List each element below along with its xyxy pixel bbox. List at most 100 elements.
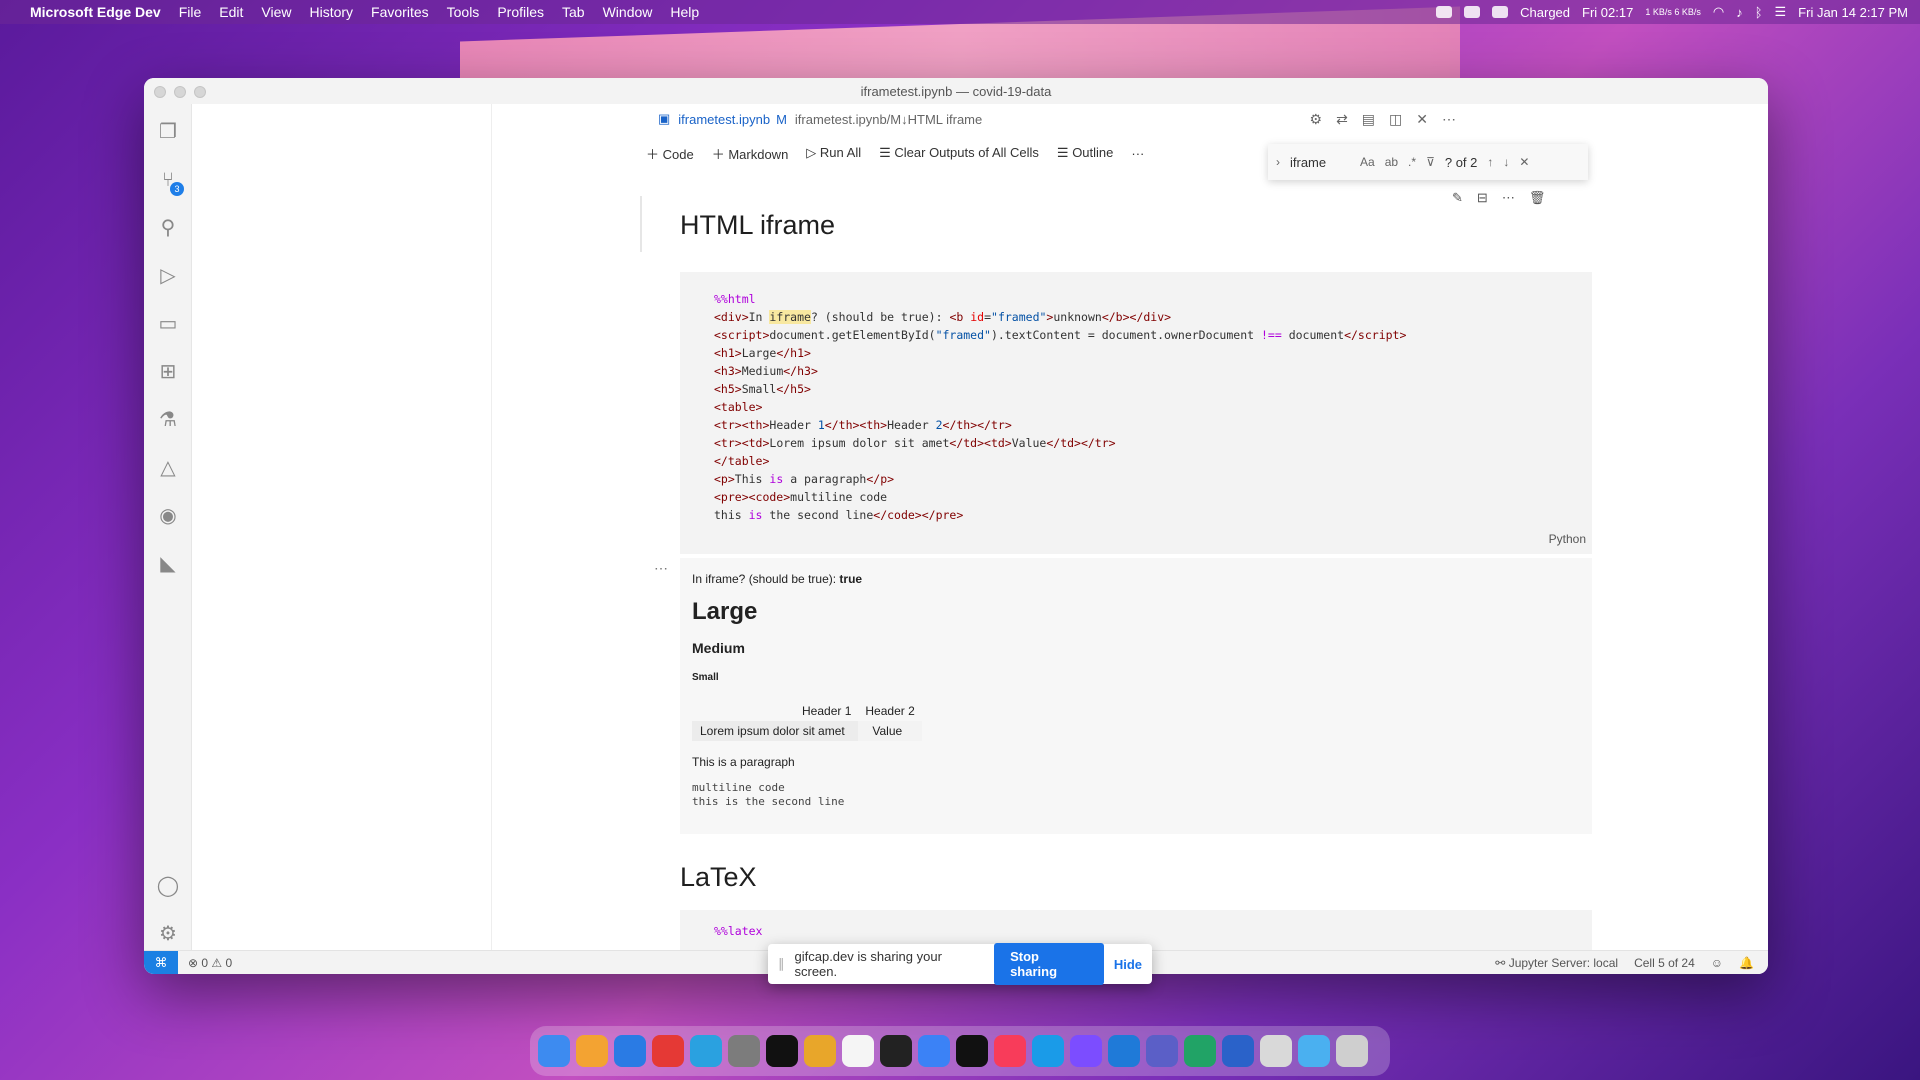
add-markdown-button[interactable]: ＋ Markdown	[712, 144, 789, 163]
cell-language-label[interactable]: Python	[1549, 532, 1586, 546]
gear-icon[interactable]: ⚙	[156, 922, 180, 946]
kernel-icon[interactable]: ▤	[1362, 111, 1375, 128]
outline-button[interactable]: ☰ Outline	[1057, 145, 1113, 161]
feedback-icon[interactable]: ☺	[1711, 956, 1723, 970]
delete-cell-icon[interactable]: 🗑	[1529, 190, 1546, 206]
latex-cell-source[interactable]: %%latex	[714, 922, 762, 940]
dock-app-icon-11[interactable]	[918, 1035, 950, 1067]
drag-handle-icon[interactable]: ∥	[778, 956, 785, 972]
menu-favorites[interactable]: Favorites	[371, 4, 429, 20]
dock-app-icon-20[interactable]	[1260, 1035, 1292, 1067]
dock-app-icon-10[interactable]	[880, 1035, 912, 1067]
match-case-icon[interactable]: Aa	[1360, 155, 1375, 169]
find-input[interactable]: iframe	[1290, 155, 1350, 170]
remote-explorer-icon[interactable]: ▭	[156, 312, 180, 336]
menu-help[interactable]: Help	[670, 4, 699, 20]
breadcrumb[interactable]: iframetest.ipynb/M↓HTML iframe	[795, 112, 982, 127]
next-match-icon[interactable]: ↓	[1503, 155, 1509, 169]
bluetooth-icon[interactable]: ᛒ	[1755, 5, 1763, 20]
notifications-icon[interactable]: 🔔	[1739, 956, 1754, 970]
run-debug-icon[interactable]: ▷	[156, 264, 180, 288]
dock-app-icon-15[interactable]	[1070, 1035, 1102, 1067]
split-cell-icon[interactable]: ⊟	[1477, 190, 1488, 206]
menu-profiles[interactable]: Profiles	[497, 4, 544, 20]
split-editor-icon[interactable]: ◫	[1389, 111, 1402, 128]
menu-tools[interactable]: Tools	[447, 4, 480, 20]
close-window-button[interactable]	[154, 86, 166, 98]
find-expand-icon[interactable]: ›	[1276, 155, 1280, 169]
search-icon[interactable]: ⚲	[156, 216, 180, 240]
previous-match-icon[interactable]: ↑	[1487, 155, 1493, 169]
menu-window[interactable]: Window	[603, 4, 653, 20]
markdown-heading-latex[interactable]: LaTeX	[680, 862, 757, 893]
menu-history[interactable]: History	[309, 4, 353, 20]
menubar-datetime[interactable]: Fri Jan 14 2:17 PM	[1798, 5, 1908, 20]
markdown-heading-html-iframe[interactable]: HTML iframe	[680, 210, 835, 241]
code-cell-source[interactable]: %%html <div>In iframe? (should be true):…	[714, 290, 1406, 524]
close-tab-icon[interactable]: ✕	[1416, 111, 1428, 128]
cloud-icon[interactable]	[1464, 6, 1481, 18]
more-actions-icon[interactable]: ⋯	[1442, 111, 1456, 128]
battery-icon[interactable]	[1492, 6, 1509, 18]
close-find-icon[interactable]: ✕	[1519, 155, 1529, 169]
dock-app-icon-7[interactable]	[766, 1035, 798, 1067]
dock-app-icon-9[interactable]	[842, 1035, 874, 1067]
problems-indicator[interactable]: ⊗ 0 ⚠ 0	[188, 956, 232, 970]
match-word-icon[interactable]: ab	[1385, 155, 1398, 169]
extensions-icon[interactable]: ⊞	[156, 360, 180, 384]
menubar-app-name[interactable]: Microsoft Edge Dev	[30, 4, 161, 20]
zoom-window-button[interactable]	[194, 86, 206, 98]
battery-status[interactable]: Charged	[1520, 5, 1570, 20]
live-share-icon[interactable]: ◣	[156, 552, 180, 576]
testing-icon[interactable]: ⚗	[156, 408, 180, 432]
tab-filename[interactable]: iframetest.ipynb	[678, 112, 770, 127]
code-cell-html[interactable]: %%html <div>In iframe? (should be true):…	[680, 272, 1592, 554]
github-icon[interactable]: ◉	[156, 504, 180, 528]
compare-icon[interactable]: ⇄	[1336, 111, 1348, 128]
source-control-icon[interactable]: ⑂ 3	[156, 168, 184, 196]
dock-app-icon-19[interactable]	[1222, 1035, 1254, 1067]
dock-app-icon-12[interactable]	[956, 1035, 988, 1067]
minimize-window-button[interactable]	[174, 86, 186, 98]
hide-share-bar-button[interactable]: Hide	[1114, 957, 1142, 972]
dock-app-icon-13[interactable]	[994, 1035, 1026, 1067]
status-app-icon[interactable]	[1436, 6, 1453, 18]
edit-cell-icon[interactable]: ✎	[1452, 190, 1463, 206]
clear-outputs-button[interactable]: ☰ Clear Outputs of All Cells	[879, 145, 1039, 161]
wifi-icon[interactable]: ◠	[1713, 4, 1724, 20]
control-center-icon[interactable]: ☰	[1775, 4, 1787, 20]
dock-app-icon-17[interactable]	[1146, 1035, 1178, 1067]
volume-icon[interactable]: ♪	[1736, 5, 1743, 20]
cell-position[interactable]: Cell 5 of 24	[1634, 956, 1695, 970]
dock-app-icon-2[interactable]	[576, 1035, 608, 1067]
stop-sharing-button[interactable]: Stop sharing	[994, 943, 1104, 985]
dock-app-icon-4[interactable]	[652, 1035, 684, 1067]
add-code-button[interactable]: ＋ Code	[646, 144, 694, 163]
dock-app-icon-22[interactable]	[1336, 1035, 1368, 1067]
regex-icon[interactable]: .*	[1408, 155, 1416, 169]
dock-app-icon-21[interactable]	[1298, 1035, 1330, 1067]
toolbar-more-button[interactable]: ···	[1131, 146, 1144, 161]
settings-icon[interactable]: ⚙	[1310, 111, 1323, 128]
filter-icon[interactable]: ⊽	[1426, 155, 1435, 169]
dock-app-icon-3[interactable]	[614, 1035, 646, 1067]
explorer-icon[interactable]: ❐	[156, 120, 180, 144]
dock-app-icon-14[interactable]	[1032, 1035, 1064, 1067]
dock-app-icon-8[interactable]	[804, 1035, 836, 1067]
output-more-icon[interactable]: ⋯	[654, 560, 668, 577]
dock-app-icon-18[interactable]	[1184, 1035, 1216, 1067]
menu-view[interactable]: View	[261, 4, 291, 20]
remote-indicator-icon[interactable]: ⌘	[144, 950, 178, 974]
menu-tab[interactable]: Tab	[562, 4, 585, 20]
dock-app-icon-6[interactable]	[728, 1035, 760, 1067]
dock-app-icon-1[interactable]	[538, 1035, 570, 1067]
azure-icon[interactable]: △	[156, 456, 180, 480]
dock-app-icon-16[interactable]	[1108, 1035, 1140, 1067]
jupyter-server-status[interactable]: ⚯ Jupyter Server: local	[1495, 956, 1618, 970]
account-icon[interactable]: ◯	[156, 874, 180, 898]
menu-file[interactable]: File	[179, 4, 202, 20]
dock-app-icon-5[interactable]	[690, 1035, 722, 1067]
menu-edit[interactable]: Edit	[219, 4, 243, 20]
cell-more-icon[interactable]: ⋯	[1502, 190, 1515, 206]
run-all-button[interactable]: ▷ Run All	[806, 145, 861, 161]
